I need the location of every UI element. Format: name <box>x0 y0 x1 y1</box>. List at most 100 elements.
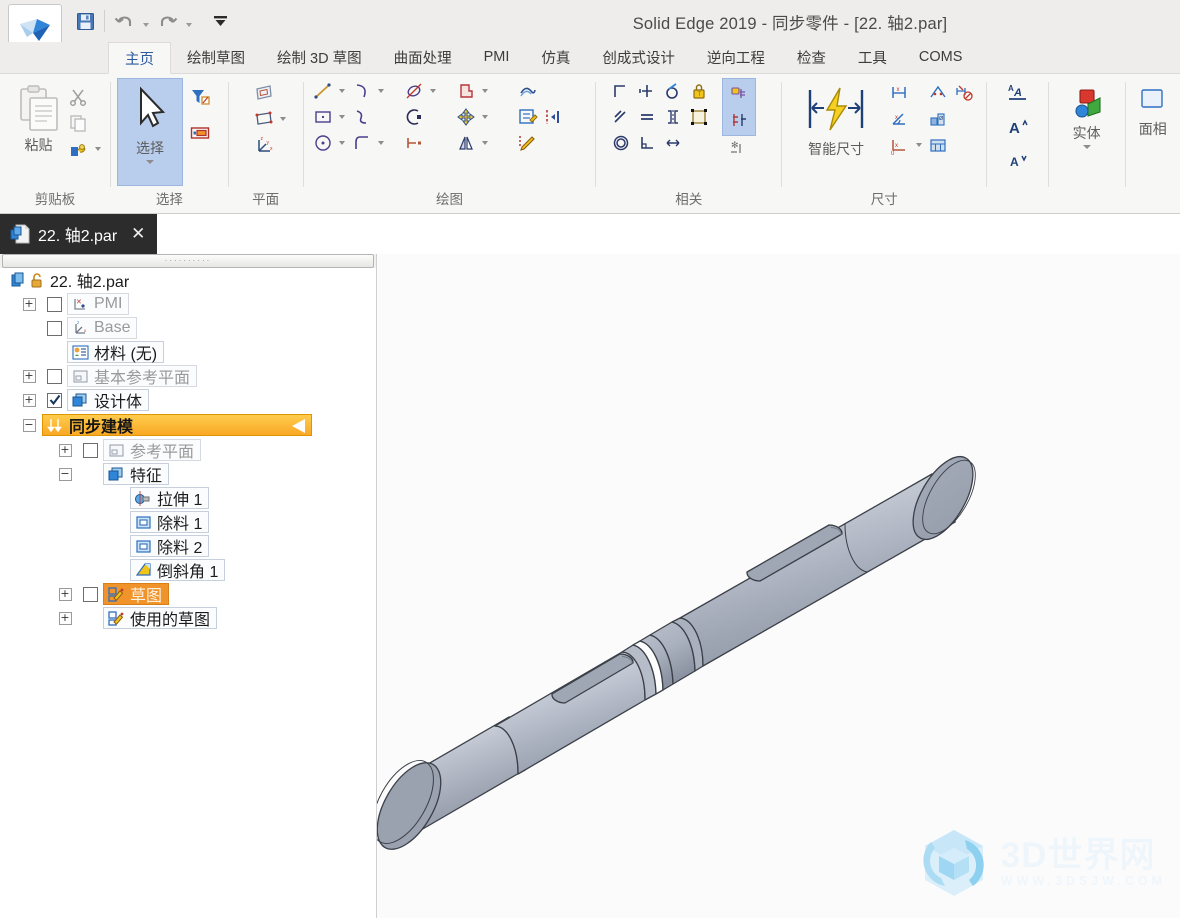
relations-more-button[interactable]: ✻ <box>726 136 752 162</box>
select-dropdown-caret[interactable] <box>145 160 154 164</box>
tree-node-cutout-2[interactable]: 除料 2 <box>130 535 210 557</box>
tree-row-sketch[interactable]: + 草图 <box>0 582 376 606</box>
tree-row-cutout-2[interactable]: 除料 2 <box>0 534 376 558</box>
tree-node-features[interactable]: 特征 <box>103 463 170 485</box>
panel-splitter[interactable]: ·········· <box>2 254 374 268</box>
tree-node-base[interactable]: zx Base <box>67 317 138 339</box>
equal-relation-button[interactable] <box>634 104 660 130</box>
region-dropdown[interactable] <box>479 89 492 93</box>
tree-row-ref-plane[interactable]: + 参考平面 <box>0 438 376 462</box>
symmetric-relation-button[interactable] <box>660 104 686 130</box>
expander-synchronous-modeling[interactable]: − <box>22 418 36 432</box>
angular-dimension-button[interactable] <box>925 80 951 106</box>
tab-sketch-2d[interactable]: 绘制草图 <box>171 41 261 73</box>
relation-handles-button[interactable] <box>686 104 712 130</box>
tangent-relation-button[interactable] <box>608 130 634 156</box>
sketch-view-button[interactable] <box>515 104 541 130</box>
fillet-dropdown[interactable] <box>375 141 388 145</box>
rectangle-dropdown[interactable] <box>336 115 349 119</box>
rectangle-tool-button[interactable] <box>310 104 336 130</box>
sketch-region-button[interactable] <box>541 104 567 130</box>
close-icon[interactable]: ✕ <box>131 224 145 244</box>
tree-row-root[interactable]: 22. 轴2.par <box>0 268 376 292</box>
dimension-table-button[interactable] <box>925 132 951 158</box>
mirror-tool-button[interactable] <box>453 130 479 156</box>
tab-surfacing[interactable]: 曲面处理 <box>378 41 468 73</box>
rigid-relation-button[interactable] <box>660 78 686 104</box>
tree-node-used-sketch[interactable]: 使用的草图 <box>103 607 218 629</box>
arc-dropdown[interactable] <box>375 89 388 93</box>
tab-pmi[interactable]: PMI <box>468 41 526 73</box>
tree-node-pmi[interactable]: ✕ PMI <box>67 293 130 315</box>
save-button[interactable] <box>72 7 98 35</box>
face-button[interactable]: 面相 <box>1131 82 1173 139</box>
tab-generative[interactable]: 创成式设计 <box>586 41 691 73</box>
select-all-button[interactable] <box>187 120 213 146</box>
expander-ref-plane[interactable]: + <box>58 443 72 457</box>
fillet-tool-button[interactable] <box>349 130 375 156</box>
circle-dropdown[interactable] <box>336 141 349 145</box>
redo-button[interactable] <box>154 7 180 35</box>
document-tab-shaft[interactable]: 22. 轴2.par ✕ <box>0 214 158 254</box>
horizontal-relation-button[interactable] <box>634 78 660 104</box>
tree-node-chamfer-1[interactable]: 倒斜角 1 <box>130 559 226 581</box>
model-viewport[interactable]: 3D世界网 WWW.3DSJW.COM <box>376 254 1180 918</box>
checkbox-base-ref-planes[interactable] <box>47 368 62 384</box>
expander-used-sketch[interactable]: + <box>58 611 72 625</box>
coincident-plane-button[interactable] <box>251 80 277 106</box>
tree-row-base[interactable]: zx Base <box>0 316 376 340</box>
ellipse-dropdown[interactable] <box>427 89 440 93</box>
clipboard-dropdown[interactable] <box>91 147 104 151</box>
tree-row-material[interactable]: 材料 (无) <box>0 340 376 364</box>
undo-dropdown[interactable] <box>139 7 152 35</box>
project-curve-button[interactable] <box>515 78 541 104</box>
feature-tree-panel[interactable]: 22. 轴2.par + ✕ PMI zx Base 材料 (无) + 基本参考… <box>0 268 376 918</box>
tree-row-chamfer-1[interactable]: 倒斜角 1 <box>0 558 376 582</box>
expander-sketch[interactable]: + <box>58 587 72 601</box>
distance-relation-button[interactable] <box>660 130 686 156</box>
tree-row-extrude-1[interactable]: 拉伸 1 <box>0 486 376 510</box>
tree-node-material[interactable]: 材料 (无) <box>67 341 165 363</box>
expander-base-ref-planes[interactable]: + <box>22 369 36 383</box>
tree-node-base-ref-planes[interactable]: 基本参考平面 <box>67 365 198 387</box>
expander-design-body[interactable]: + <box>22 393 36 407</box>
checkbox-base[interactable] <box>47 320 62 336</box>
coordinate-dimension-dropdown[interactable] <box>912 143 925 147</box>
mirror-dropdown[interactable] <box>479 141 492 145</box>
tree-row-used-sketch[interactable]: + 使用的草图 <box>0 606 376 630</box>
lock-relation-button[interactable]: T <box>686 78 712 104</box>
concentric-relation-button[interactable] <box>608 104 634 130</box>
tab-inspect[interactable]: 检查 <box>781 41 842 73</box>
tree-row-features[interactable]: − 特征 <box>0 462 376 486</box>
expander-pmi[interactable]: + <box>22 297 36 311</box>
maintain-relations-button[interactable] <box>726 81 752 107</box>
tree-node-cutout-1[interactable]: 除料 1 <box>130 511 210 533</box>
line-dropdown[interactable] <box>336 89 349 93</box>
expander-features[interactable]: − <box>58 467 72 481</box>
increase-font-button[interactable]: A <box>1005 114 1031 140</box>
move-tool-button[interactable] <box>453 104 479 130</box>
circle-tool-button[interactable] <box>310 130 336 156</box>
collapse-arrow-icon[interactable] <box>292 419 305 433</box>
symmetric-diameter-button[interactable]: Ø <box>925 106 951 132</box>
tree-node-extrude-1[interactable]: 拉伸 1 <box>130 487 210 509</box>
paste-button[interactable]: 粘贴 <box>14 80 63 155</box>
tree-node-synchronous-modeling[interactable]: 同步建模 <box>42 414 312 436</box>
coordinate-dimension-button[interactable]: x 0 <box>886 132 912 158</box>
smart-dimension-button[interactable]: 智能尺寸 <box>788 80 884 159</box>
tree-row-cutout-1[interactable]: 除料 1 <box>0 510 376 534</box>
extend-tool-button[interactable] <box>401 130 427 156</box>
connect-relation-button[interactable] <box>608 78 634 104</box>
perpendicular-relation-button[interactable] <box>634 130 660 156</box>
angle-between-button[interactable]: x <box>886 106 912 132</box>
ellipse-tool-button[interactable] <box>401 78 427 104</box>
checkbox-sketch[interactable] <box>83 586 98 602</box>
select-filter-button[interactable] <box>187 84 213 110</box>
tab-coms[interactable]: COMS <box>903 41 979 73</box>
copy-button[interactable] <box>65 110 91 136</box>
checkbox-design-body[interactable] <box>47 392 62 408</box>
remove-dimension-button[interactable] <box>951 80 977 106</box>
tree-row-base-ref-planes[interactable]: + 基本参考平面 <box>0 364 376 388</box>
tab-tools[interactable]: 工具 <box>842 41 903 73</box>
customize-qat-button[interactable] <box>207 7 233 35</box>
